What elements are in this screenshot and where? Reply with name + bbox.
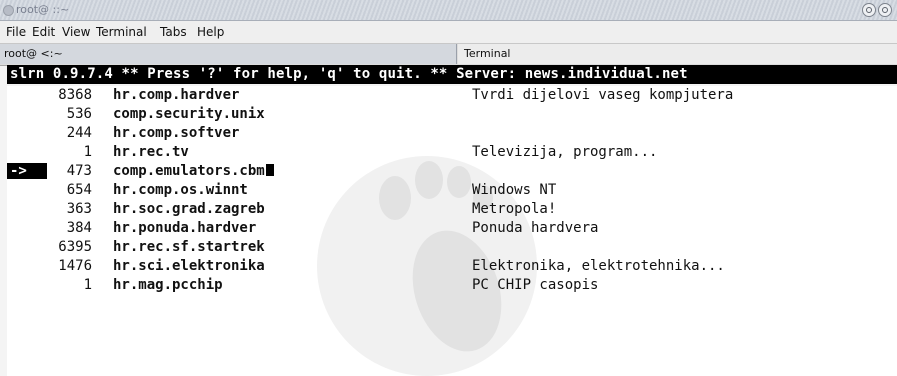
newsgroup-name: hr.comp.os.winnt xyxy=(113,182,248,198)
newsgroup-name: hr.comp.softver xyxy=(113,125,240,141)
close-button[interactable] xyxy=(878,3,892,17)
newsgroup-name: hr.mag.pcchip xyxy=(113,277,223,293)
newsgroup-description: Elektronika, elektrotehnika... xyxy=(472,258,725,274)
article-count: 536 xyxy=(66,106,92,122)
newsgroup-row[interactable]: 1 hr.mag.pcchip PC CHIP casopis xyxy=(7,276,897,295)
newsgroup-row[interactable]: 384 hr.ponuda.hardver Ponuda hardvera xyxy=(7,219,897,238)
article-count: 1476 xyxy=(58,258,92,274)
newsgroup-description: Ponuda hardvera xyxy=(472,220,599,236)
newsgroup-row[interactable]: 363 hr.soc.grad.zagreb Metropola! xyxy=(7,200,897,219)
menu-file[interactable]: File xyxy=(6,25,26,39)
tab-root-shell[interactable]: root@ <:~ xyxy=(0,44,457,64)
window-icon xyxy=(3,5,14,16)
menu-help[interactable]: Help xyxy=(197,25,224,39)
terminal-screen[interactable]: 8368 hr.comp.hardver Tvrdi dijelovi vaseg … xyxy=(7,86,897,376)
article-count: 384 xyxy=(66,220,92,236)
minimize-icon xyxy=(866,7,872,13)
newsgroup-name: comp.emulators.cbm xyxy=(113,163,274,179)
newsgroup-row[interactable]: 244 hr.comp.softver xyxy=(7,124,897,143)
newsgroup-row[interactable]: -> 473 comp.emulators.cbm xyxy=(7,162,897,181)
status-line: slrn 0.9.7.4 ** Press '?' for help, 'q' … xyxy=(10,66,688,82)
newsgroup-name: hr.sci.elektronika xyxy=(113,258,265,274)
newsgroup-name: hr.rec.tv xyxy=(113,144,189,160)
newsgroup-description: Tvrdi dijelovi vaseg kompjutera xyxy=(472,87,734,103)
article-count: 6395 xyxy=(58,239,92,255)
newsgroup-row[interactable]: 8368 hr.comp.hardver Tvrdi dijelovi vaseg … xyxy=(7,86,897,105)
newsgroup-row[interactable]: 1 hr.rec.tv Televizija, program... xyxy=(7,143,897,162)
tab-terminal[interactable]: Terminal xyxy=(458,44,897,64)
window-title: root@ ::~ xyxy=(16,3,70,16)
article-count: 473 xyxy=(66,163,92,179)
slrn-status-bar: slrn 0.9.7.4 ** Press '?' for help, 'q' … xyxy=(7,65,897,84)
newsgroup-row[interactable]: 6395 hr.rec.sf.startrek xyxy=(7,238,897,257)
menu-bar: File Edit View Terminal Tabs Help xyxy=(0,21,897,44)
text-cursor-block xyxy=(265,164,274,176)
menu-view[interactable]: View xyxy=(62,25,90,39)
newsgroup-description: PC CHIP casopis xyxy=(472,277,599,293)
terminal-window: root@ ::~ File Edit View Terminal Tabs H… xyxy=(0,0,897,376)
article-count: 363 xyxy=(66,201,92,217)
newsgroup-name: hr.soc.grad.zagreb xyxy=(113,201,265,217)
newsgroup-name: comp.security.unix xyxy=(113,106,265,122)
selection-cursor: -> xyxy=(7,163,47,179)
newsgroup-name: hr.comp.hardver xyxy=(113,87,240,103)
article-count: 654 xyxy=(66,182,92,198)
article-count: 8368 xyxy=(58,87,92,103)
title-bar[interactable]: root@ ::~ xyxy=(0,0,897,21)
newsgroup-row[interactable]: 654 hr.comp.os.winnt Windows NT xyxy=(7,181,897,200)
newsgroup-description: Windows NT xyxy=(472,182,557,198)
article-count: 1 xyxy=(83,277,92,293)
menu-terminal[interactable]: Terminal xyxy=(96,25,147,39)
close-icon xyxy=(882,7,888,13)
newsgroup-name: hr.ponuda.hardver xyxy=(113,220,257,236)
article-count: 1 xyxy=(83,144,92,160)
minimize-button[interactable] xyxy=(862,3,876,17)
newsgroup-description: Metropola! xyxy=(472,201,557,217)
menu-edit[interactable]: Edit xyxy=(32,25,55,39)
tab-bar: root@ <:~ Terminal xyxy=(0,44,897,66)
newsgroup-description: Televizija, program... xyxy=(472,144,658,160)
menu-tabs[interactable]: Tabs xyxy=(160,25,187,39)
newsgroup-row[interactable]: 1476 hr.sci.elektronika Elektronika, elekt… xyxy=(7,257,897,276)
newsgroup-name: hr.rec.sf.startrek xyxy=(113,239,265,255)
article-count: 244 xyxy=(66,125,92,141)
newsgroup-row[interactable]: 536 comp.security.unix xyxy=(7,105,897,124)
